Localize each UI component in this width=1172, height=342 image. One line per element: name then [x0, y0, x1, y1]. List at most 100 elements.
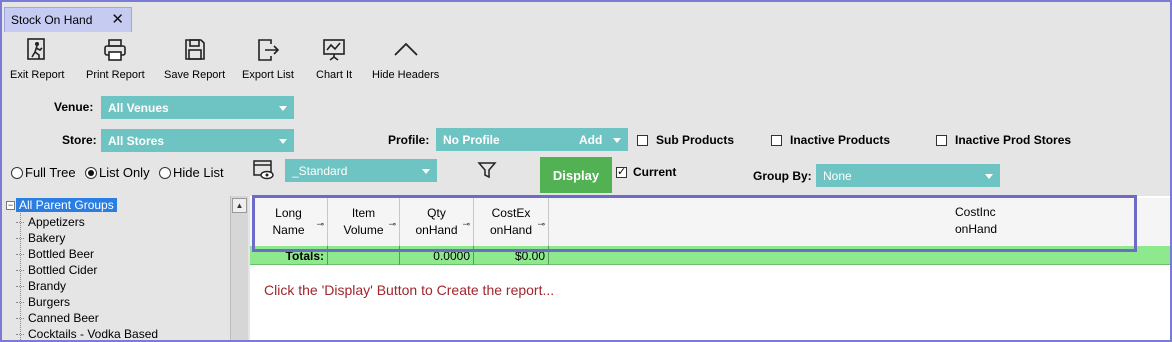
pin-icon[interactable]: ⊸: [462, 216, 470, 233]
pin-icon[interactable]: ⊸: [388, 216, 396, 233]
profile-select[interactable]: No Profile Add: [436, 128, 628, 151]
store-select[interactable]: All Stores: [101, 129, 294, 152]
tree-root-label: All Parent Groups: [16, 198, 117, 212]
store-label: Store:: [62, 133, 97, 147]
report-window: Stock On Hand ✕ Exit Report Print Report…: [0, 0, 1172, 342]
venue-select[interactable]: All Venues: [101, 96, 294, 119]
toolbar-label: Exit Report: [10, 69, 65, 81]
inactive-prod-stores-label: Inactive Prod Stores: [955, 133, 1072, 147]
save-report-button[interactable]: Save Report: [164, 36, 225, 88]
chevron-up-icon: [393, 36, 419, 64]
tree-item[interactable]: Bakery: [16, 230, 158, 246]
tree-item[interactable]: Bottled Beer: [16, 246, 158, 262]
layout-preview-icon[interactable]: [252, 159, 276, 184]
current-checkbox[interactable]: Current: [616, 165, 676, 179]
filter-icon[interactable]: [477, 160, 497, 183]
column-title: Qty: [427, 206, 446, 220]
venue-value: All Venues: [108, 100, 169, 115]
totals-label: Totals:: [250, 246, 328, 265]
totals-item-volume: [328, 246, 400, 265]
tree-root-node[interactable]: − All Parent Groups: [6, 198, 117, 212]
column-title: Item: [351, 206, 376, 220]
sub-products-label: Sub Products: [656, 133, 735, 147]
checkbox-box-checked: [616, 165, 627, 178]
hide-list-radio[interactable]: Hide List: [159, 165, 224, 180]
tree-item[interactable]: Brandy: [16, 278, 158, 294]
checkbox-box: [637, 134, 648, 146]
tree-scrollbar[interactable]: ▲: [230, 196, 248, 340]
group-by-value: None: [823, 168, 852, 183]
inactive-products-label: Inactive Products: [790, 133, 891, 147]
export-list-button[interactable]: Export List: [242, 36, 294, 88]
tree-item[interactable]: Canned Beer: [16, 310, 158, 326]
scroll-up-icon[interactable]: ▲: [232, 198, 247, 213]
column-header-costinc-onhand[interactable]: CostInc onHand: [549, 198, 1170, 246]
column-header-qty-onhand[interactable]: Qty onHand ⊸: [400, 198, 474, 246]
list-only-radio[interactable]: List Only: [85, 165, 150, 180]
group-by-select[interactable]: None: [816, 164, 1000, 187]
column-header-long-name[interactable]: Long Name ⊸: [250, 198, 328, 246]
toolbar-label: Export List: [242, 69, 294, 81]
sub-products-checkbox[interactable]: Sub Products: [637, 133, 734, 147]
totals-costex: $0.00: [474, 246, 549, 265]
tree-item-label: Bakery: [28, 231, 66, 245]
column-title: Volume: [343, 223, 384, 237]
column-header-item-volume[interactable]: Item Volume ⊸: [328, 198, 400, 246]
display-button[interactable]: Display: [540, 157, 612, 193]
column-title: onHand: [955, 222, 998, 236]
report-grid: Long Name ⊸ Item Volume ⊸ Qty onHand ⊸ Cost…: [250, 196, 1170, 340]
tree-item[interactable]: Burgers: [16, 294, 158, 310]
dropdown-arrow-icon: [422, 168, 430, 174]
tree-item[interactable]: Cocktails - Vodka Based: [16, 326, 159, 341]
totals-qty: 0.0000: [400, 246, 474, 265]
inactive-prod-stores-checkbox[interactable]: Inactive Prod Stores: [936, 133, 1071, 147]
column-title: onHand: [415, 223, 458, 237]
tree-item-label: Bottled Cider: [28, 263, 98, 277]
dropdown-arrow-icon: [985, 173, 993, 179]
column-title: onHand: [489, 223, 533, 237]
tree-item-label: Cocktails - Vodka Based: [28, 327, 159, 341]
collapse-icon[interactable]: −: [6, 200, 15, 210]
column-header-costex-onhand[interactable]: CostEx onHand ⊸: [474, 198, 549, 246]
close-icon[interactable]: ✕: [111, 12, 124, 27]
toolbar-label: Chart It: [316, 69, 353, 81]
grid-header: Long Name ⊸ Item Volume ⊸ Qty onHand ⊸ Cost…: [250, 198, 1170, 246]
checkbox-box: [771, 134, 782, 146]
inactive-products-checkbox[interactable]: Inactive Products: [771, 133, 890, 147]
tab-title: Stock On Hand: [11, 13, 93, 27]
tab-stock-on-hand[interactable]: Stock On Hand ✕: [4, 7, 132, 32]
tab-strip: Stock On Hand ✕: [4, 4, 1168, 32]
chart-it-button[interactable]: Chart It: [316, 36, 352, 88]
profile-add-button[interactable]: Add: [579, 133, 602, 147]
exit-icon: [24, 36, 50, 64]
tree-item[interactable]: Appetizers: [16, 214, 158, 230]
tree-item-label: Canned Beer: [28, 311, 99, 325]
layout-select[interactable]: _Standard: [285, 159, 437, 182]
hide-headers-button[interactable]: Hide Headers: [372, 36, 439, 88]
hide-list-label: Hide List: [173, 165, 224, 180]
profile-value: No Profile: [443, 132, 500, 147]
layout-value: _Standard: [292, 163, 348, 178]
exit-report-button[interactable]: Exit Report: [10, 36, 64, 88]
full-tree-radio[interactable]: Full Tree: [11, 165, 76, 180]
print-report-button[interactable]: Print Report: [86, 36, 145, 88]
export-icon: [255, 36, 281, 64]
empty-report-message: Click the 'Display' Button to Create the…: [264, 282, 555, 298]
venue-label: Venue:: [54, 100, 94, 114]
pin-icon[interactable]: ⊸: [316, 216, 324, 233]
dropdown-arrow-icon: [279, 105, 287, 111]
column-title: CostEx: [491, 206, 531, 220]
save-icon: [182, 36, 208, 64]
tree-item-label: Appetizers: [28, 215, 85, 229]
radio-dot-selected: [85, 166, 97, 179]
toolbar-label: Print Report: [86, 69, 145, 81]
profile-label: Profile:: [388, 133, 430, 147]
pin-icon[interactable]: ⊸: [537, 216, 545, 233]
toolbar-label: Hide Headers: [372, 69, 440, 81]
chart-icon: [321, 36, 347, 64]
tree-item-label: Bottled Beer: [28, 247, 95, 261]
tree-item[interactable]: Bottled Cider: [16, 262, 158, 278]
tree-item-label: Brandy: [28, 279, 67, 293]
radio-dot: [11, 166, 23, 179]
toolbar-label: Save Report: [164, 69, 226, 81]
